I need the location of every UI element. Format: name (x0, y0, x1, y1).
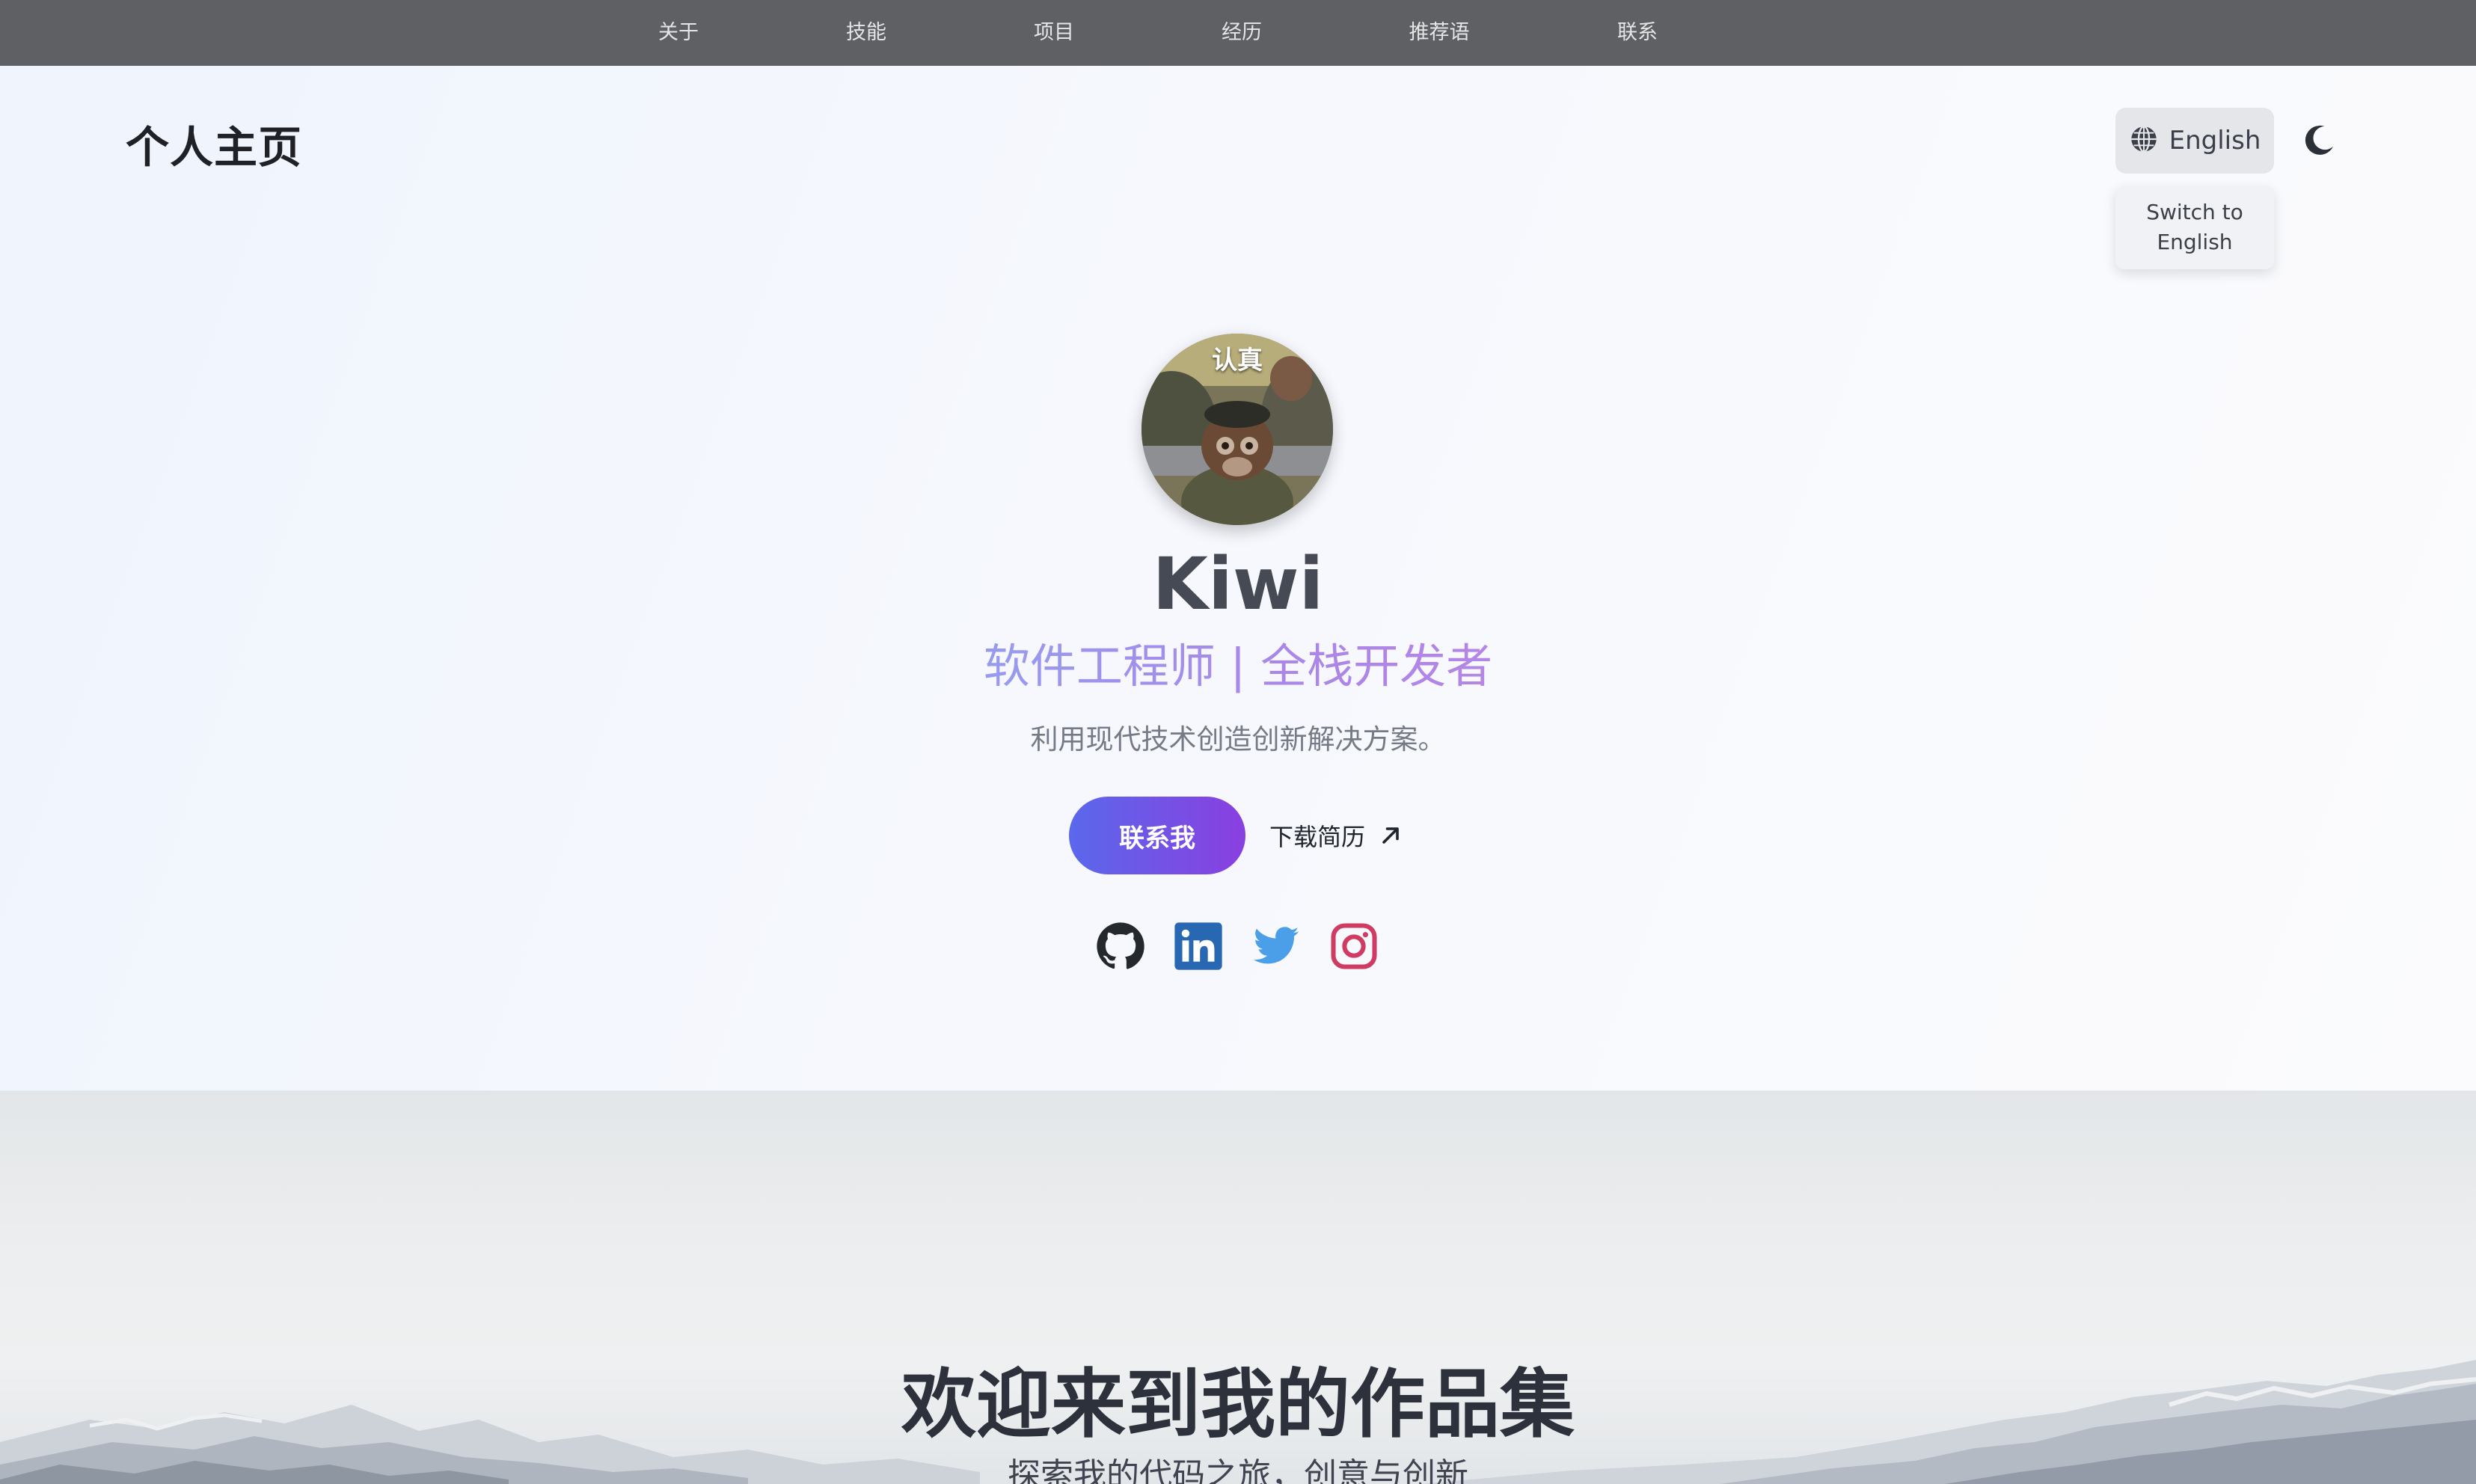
top-navigation: 关于 技能 项目 经历 推荐语 联系 (0, 0, 2476, 66)
nav-item-skills[interactable]: 技能 (806, 0, 926, 66)
language-switch-button[interactable]: English (2115, 108, 2274, 174)
resume-link-label: 下载简历 (1269, 823, 1366, 851)
github-link[interactable] (1096, 922, 1145, 971)
globe-icon (2129, 124, 2159, 157)
profile-subtitle: 软件工程师 | 全栈开发者 (864, 628, 1612, 696)
avatar: 认真 (1142, 334, 1333, 525)
profile-name: Kiwi (1152, 542, 1324, 626)
contact-me-button[interactable]: 联系我 (1069, 797, 1245, 874)
linkedin-icon (1174, 922, 1222, 970)
theme-toggle-button[interactable] (2299, 121, 2338, 160)
welcome-banner: 欢迎来到我的作品集 探索我的代码之旅，创意与创新 (0, 1091, 2476, 1484)
instagram-icon (1331, 923, 1377, 969)
arrow-up-right-icon (1382, 827, 1399, 844)
nav-item-testimonials[interactable]: 推荐语 (1379, 0, 1499, 66)
site-brand[interactable]: 个人主页 (126, 112, 302, 175)
language-button-label: English (2169, 126, 2261, 156)
nav-item-contact[interactable]: 联系 (1578, 0, 1697, 66)
avatar-caption: 认真 (1212, 346, 1263, 375)
download-resume-link[interactable]: 下载简历 (1269, 815, 1404, 856)
nav-item-experience[interactable]: 经历 (1182, 0, 1302, 66)
github-icon (1097, 922, 1144, 969)
banner-subtitle: 探索我的代码之旅，创意与创新 (1008, 1456, 1468, 1484)
nav-item-projects[interactable]: 项目 (994, 0, 1114, 66)
linkedin-link[interactable] (1174, 922, 1223, 971)
banner-title: 欢迎来到我的作品集 (901, 1361, 1575, 1448)
nav-item-about[interactable]: 关于 (619, 0, 738, 66)
language-tooltip: Switch to English (2115, 186, 2274, 269)
profile-tagline: 利用现代技术创造创新解决方案。 (1030, 723, 1446, 755)
instagram-link[interactable] (1329, 922, 1379, 971)
twitter-icon (1253, 927, 1299, 964)
moon-icon (2305, 125, 2334, 155)
twitter-link[interactable] (1251, 922, 1301, 971)
